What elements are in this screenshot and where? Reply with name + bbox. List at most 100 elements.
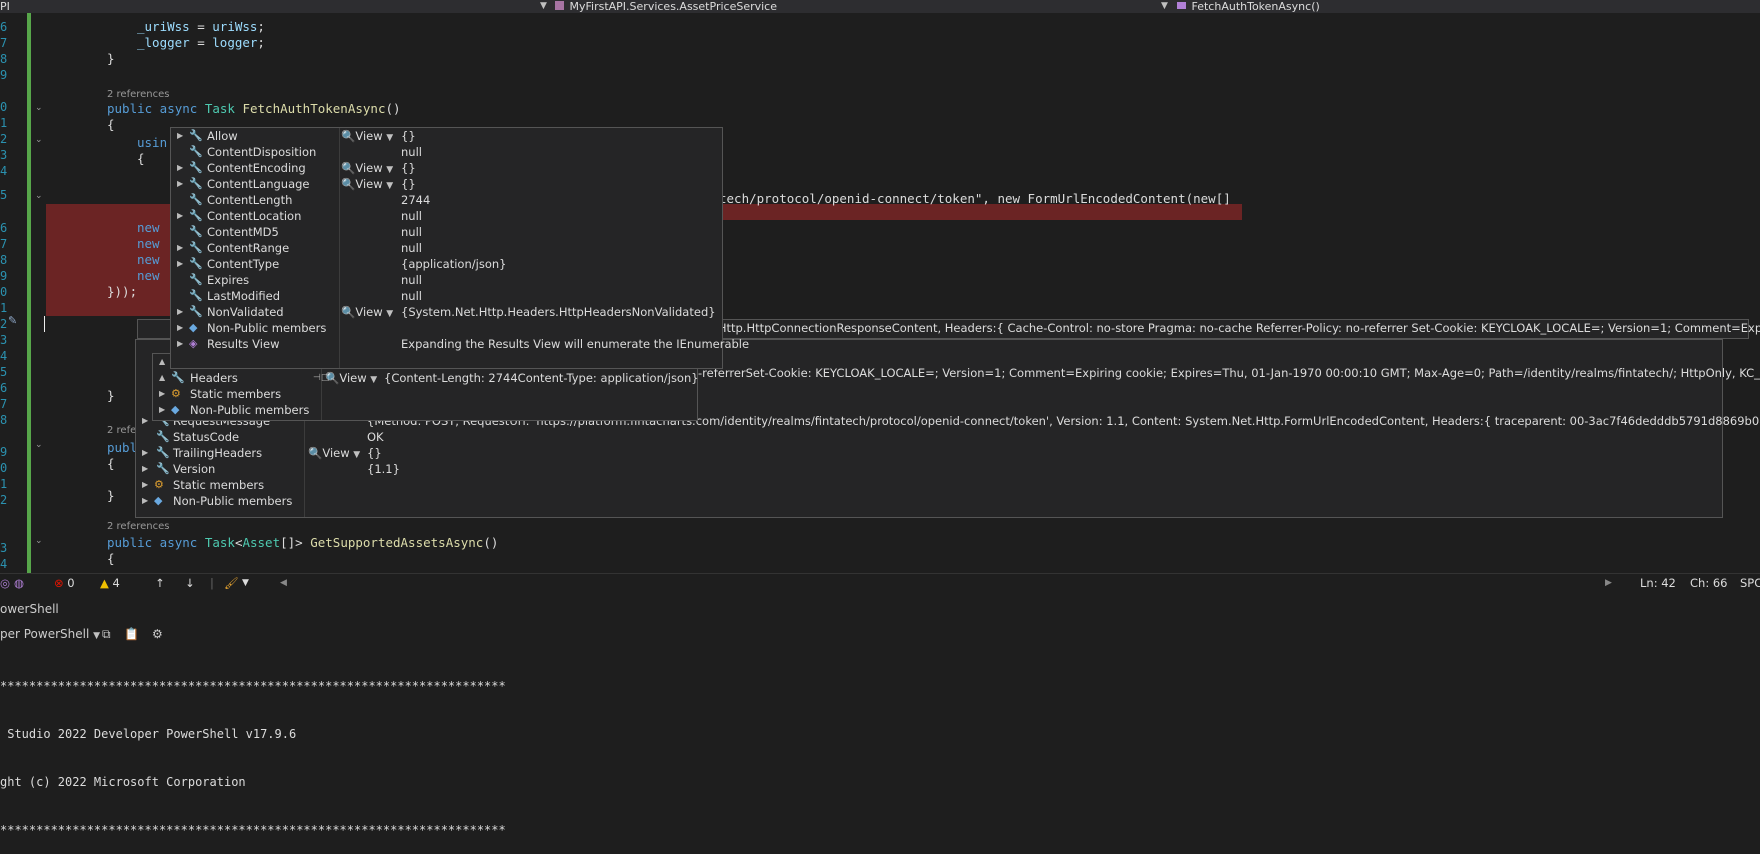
gear-icon[interactable]: ⚙ — [152, 623, 163, 645]
scroll-left-icon[interactable]: ◀ — [280, 574, 287, 592]
expand-arrow-icon[interactable]: ▶ — [177, 320, 183, 336]
datatip-row[interactable]: ▶ ⚙ Static members — [153, 386, 697, 402]
project-name: PI — [0, 0, 10, 13]
view-label: View — [355, 305, 383, 319]
line-number: 5 — [0, 365, 8, 379]
copy-icon[interactable]: ⧉ — [102, 623, 111, 645]
datatip-row[interactable]: 🔧 StatusCode OK — [136, 429, 1722, 445]
datatip-row[interactable]: ▶ 🔧 Allow 🔍View ▼ {} — [171, 128, 722, 144]
code-line: publ — [107, 440, 138, 455]
arrow-down-icon[interactable]: ↓ — [185, 574, 195, 592]
datatip-row[interactable]: 🔧 ContentLength 2744 — [171, 192, 722, 208]
class-dropdown[interactable]: MyFirstAPI.Services.AssetPriceService — [554, 0, 777, 13]
datatip-row[interactable]: ▲ 🔧 Headers ⊣□ 🔍View ▼ {Content-Length: … — [153, 370, 699, 386]
expand-arrow-icon[interactable]: ▶ — [177, 128, 183, 144]
datatip-row[interactable]: ▶ 🔧 TrailingHeaders 🔍View ▼ {} — [136, 445, 1722, 461]
chevron-down-icon[interactable]: ▼ — [1161, 0, 1168, 13]
line-number: 1 — [0, 477, 8, 491]
collapse-icon[interactable]: ⌄ — [35, 191, 43, 201]
references-codelens[interactable]: 2 references — [107, 89, 170, 100]
datatip-row[interactable]: ▶ ◆ Non-Public members — [171, 320, 722, 336]
expand-arrow-icon[interactable]: ▶ — [177, 160, 183, 176]
project-dropdown[interactable]: PI — [0, 0, 10, 13]
brush-icon[interactable]: ✎ — [8, 314, 17, 327]
expand-arrow-icon[interactable]: ▶ — [142, 461, 148, 477]
intellicode-icon[interactable]: ◎ — [0, 574, 10, 592]
expand-arrow-icon[interactable]: ▶ — [142, 413, 148, 429]
expand-arrow-icon[interactable]: ▶ — [177, 336, 183, 352]
code-line: } — [107, 488, 115, 503]
datatip-row[interactable]: ▶ 🔧 ContentType {application/json} — [171, 256, 722, 272]
terminal-output[interactable]: ****************************************… — [0, 646, 1760, 837]
code-line: _uriWss = uriWss; — [137, 19, 265, 34]
expand-arrow-icon[interactable]: ▶ — [142, 477, 148, 493]
collapse-icon[interactable]: ⌄ — [35, 103, 43, 113]
terminal-title: owerShell — [0, 602, 59, 616]
expand-arrow-icon[interactable]: ▶ — [142, 445, 148, 461]
expand-arrow-icon[interactable]: ▶ — [159, 402, 165, 418]
magnifier-icon: 🔍 — [341, 161, 356, 175]
datatip-row[interactable]: 🔧 Expires null — [171, 272, 722, 288]
results-view-icon: ◈ — [189, 337, 198, 350]
scroll-right-icon[interactable]: ▶ — [1605, 574, 1612, 592]
datatip-content[interactable]: ▶ 🔧 Allow 🔍View ▼ {} 🔧 ContentDispositio… — [170, 127, 749, 369]
datatip-row[interactable]: ▶ 🔧 ContentEncoding 🔍View ▼ {} — [171, 160, 722, 176]
line-number: 2 — [0, 493, 8, 507]
expand-arrow-icon[interactable]: ▶ — [177, 208, 183, 224]
datatip-row[interactable]: ▶ 🔧 Version {1.1} — [136, 461, 1722, 477]
arrow-up-icon[interactable]: ↑ — [155, 574, 165, 592]
datatip-value: {1.1} — [367, 462, 400, 476]
expand-arrow-icon[interactable]: ▶ — [142, 493, 148, 509]
code-editor[interactable]: 6 7 8 9 0 1 2 3 4 5 6 7 8 9 0 1 2 3 4 5 … — [0, 13, 1760, 573]
column-indicator[interactable]: Ch: 66 — [1690, 574, 1727, 592]
line-number: 7 — [0, 237, 8, 251]
collapse-icon[interactable]: ⌄ — [35, 440, 43, 450]
collapse-icon[interactable]: ⌄ — [35, 135, 43, 145]
expand-arrow-icon[interactable]: ▶ — [177, 256, 183, 272]
datatip-row[interactable]: ▶ ◆ Non-Public members — [153, 402, 697, 418]
datatip-row[interactable]: 🔧 LastModified null — [171, 288, 722, 304]
datatip-name: ContentDisposition — [207, 145, 317, 159]
copilot-icon[interactable]: ◍ — [14, 574, 24, 592]
datatip-row[interactable]: 🔧 ContentDisposition null — [171, 144, 722, 160]
datatip-row[interactable]: ▶ 🔧 NonValidated 🔍View ▼ {System.Net.Htt… — [171, 304, 722, 320]
datatip-name: Version — [173, 462, 216, 476]
line-indicator[interactable]: Ln: 42 — [1640, 574, 1676, 592]
datatip-value: null — [401, 225, 422, 239]
expand-arrow-icon[interactable]: ▶ — [177, 240, 183, 256]
magnifier-icon: 🔍 — [308, 446, 323, 460]
line-number: 3 — [0, 148, 8, 162]
references-codelens[interactable]: 2 references — [107, 521, 170, 532]
errors-indicator[interactable]: ⊗ 0 — [54, 574, 75, 592]
datatip-row[interactable]: ▶ ◆ Non-Public members — [136, 493, 1722, 509]
error-icon: ⊗ — [54, 576, 64, 590]
datatip-row[interactable]: 🔧 ContentMD5 null — [171, 224, 722, 240]
chevron-down-icon[interactable]: ▼ — [540, 0, 547, 13]
expand-arrow-icon[interactable]: ▶ — [177, 176, 183, 192]
warnings-indicator[interactable]: ▲ 4 — [100, 574, 120, 592]
datatip-name: TrailingHeaders — [173, 446, 263, 460]
line-number: 6 — [0, 221, 8, 235]
references-codelens[interactable]: 2 refe — [107, 425, 136, 436]
indent-indicator[interactable]: SPC — [1740, 574, 1760, 592]
code-line: new — [137, 220, 160, 235]
cleanup-brush-icon[interactable]: 🖌 — [224, 574, 239, 592]
expand-arrow-icon[interactable]: ▶ — [177, 304, 183, 320]
line-number: 3 — [0, 333, 8, 347]
collapse-icon[interactable]: ⌄ — [35, 536, 43, 546]
expand-arrow-icon[interactable]: ▲ — [159, 354, 165, 370]
datatip-row[interactable]: ▶ ◈ Results View Expanding the Results V… — [171, 336, 749, 352]
method-dropdown[interactable]: FetchAuthTokenAsync() — [1176, 0, 1320, 13]
datatip-row[interactable]: ▶ 🔧 ContentLocation null — [171, 208, 722, 224]
datatip-row[interactable]: ▶ 🔧 ContentLanguage 🔍View ▼ {} — [171, 176, 722, 192]
datatip-row[interactable]: ▶ 🔧 ContentRange null — [171, 240, 722, 256]
expand-arrow-icon[interactable]: ▲ — [159, 370, 165, 386]
chevron-down-icon[interactable]: ▼ — [242, 574, 249, 592]
terminal-selector[interactable]: per PowerShell ▼ — [0, 623, 100, 647]
line-number: 2 — [0, 132, 8, 146]
property-wrench-icon: 🔧 — [189, 145, 203, 158]
datatip-row[interactable]: ▶ ⚙ Static members — [136, 477, 1722, 493]
expand-arrow-icon[interactable]: ▶ — [159, 386, 165, 402]
paste-icon[interactable]: 📋 — [124, 623, 139, 645]
property-wrench-icon: 🔧 — [189, 177, 203, 190]
